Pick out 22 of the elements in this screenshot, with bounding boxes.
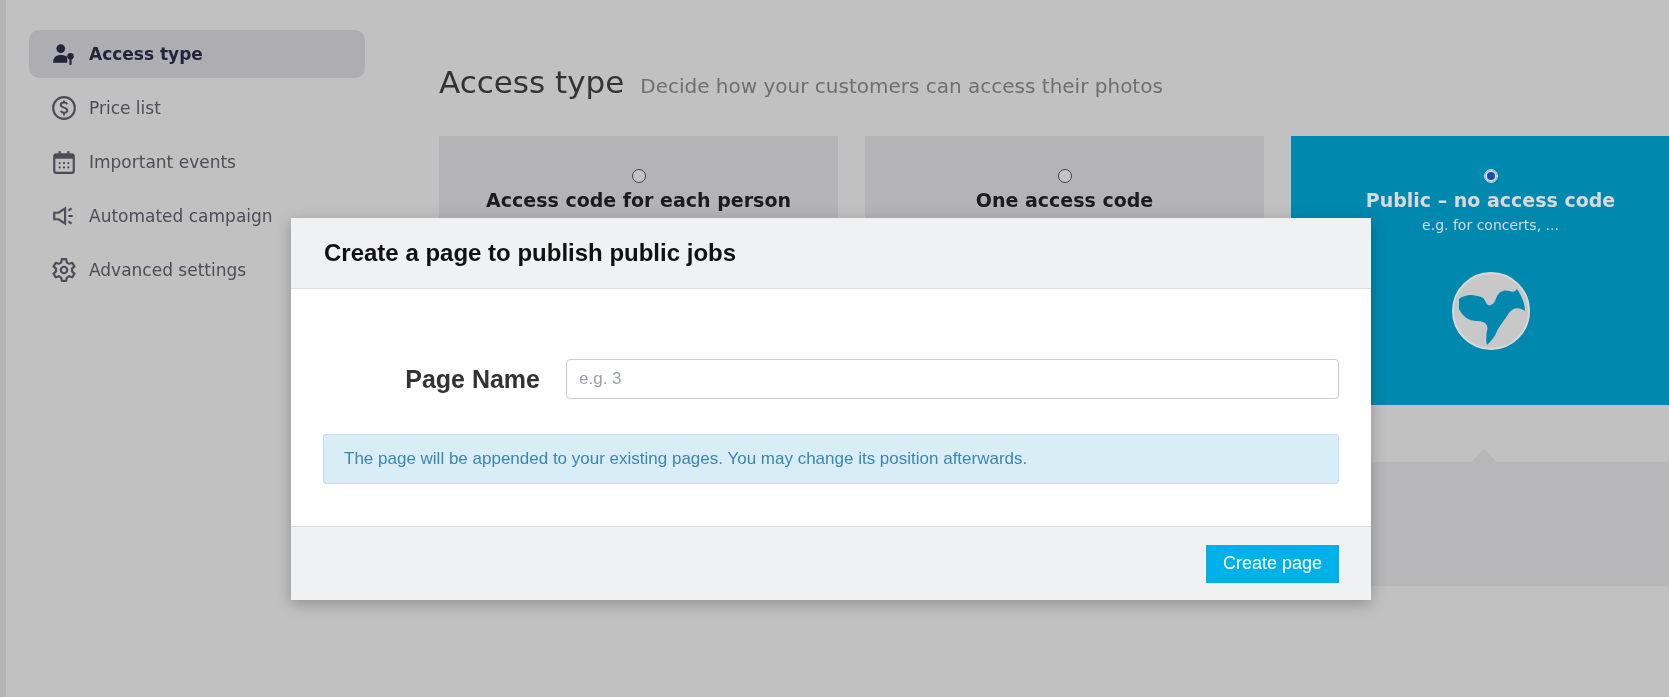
person-key-icon xyxy=(51,41,77,67)
sidebar-item[interactable]: Important events xyxy=(29,138,365,186)
page-name-field[interactable]: e.g. 3 xyxy=(566,359,1339,399)
create-page-button[interactable]: Create page xyxy=(1205,544,1339,583)
info-message: The page will be appended to your existing pages. You may change its position afterwards. xyxy=(323,434,1339,484)
option-title: Access code for each person xyxy=(486,189,791,211)
sidebar-item[interactable]: Access type xyxy=(29,30,365,78)
settings-icon xyxy=(51,257,77,283)
dollar-icon xyxy=(51,95,77,121)
page-title: Access type xyxy=(439,64,625,100)
option-description: e.g. for concerts, ... xyxy=(1422,217,1559,233)
dialog-title: Create a page to publish public jobs xyxy=(324,239,737,267)
radio-button[interactable] xyxy=(1057,169,1072,183)
sidebar-item[interactable]: Price list xyxy=(29,84,365,132)
globe-icon xyxy=(1450,271,1531,351)
option-title: One access code xyxy=(975,189,1154,211)
option-title: Public – no access code xyxy=(1365,189,1616,211)
sidebar-item[interactable]: Automated campaign xyxy=(29,192,365,240)
page-subtitle: Decide how your customers can access their photos xyxy=(640,74,1163,98)
radio-button[interactable] xyxy=(631,169,646,183)
calendar-icon xyxy=(51,149,77,175)
field-label: Page Name xyxy=(404,364,540,394)
